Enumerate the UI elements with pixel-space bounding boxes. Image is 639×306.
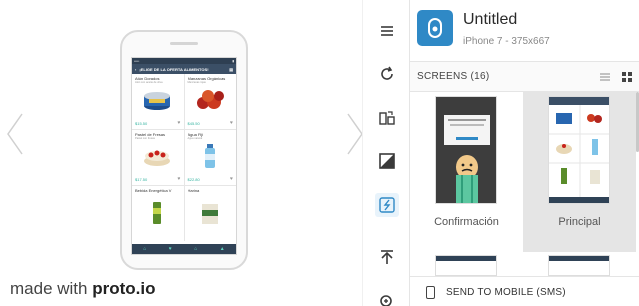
product-price: $17.50: [135, 177, 148, 182]
home-tab-icon[interactable]: ⌂: [143, 246, 146, 252]
product-card[interactable]: Atún Dorados Atún con aceite de oliva $1…: [132, 74, 184, 129]
screens-list: Confirmación Principal: [410, 92, 639, 276]
screen-thumbnail-next[interactable]: [548, 255, 610, 276]
product-card[interactable]: Manzanas Orgánicas Manzanas rojas $45.50…: [184, 74, 236, 129]
project-title: Untitled: [463, 11, 518, 28]
product-price: $45.50: [187, 121, 200, 126]
prototype-viewer: ••••• ▮ ‹ ¡ELIGE DE LA OFERTA ALIMENTOS! …: [0, 0, 639, 306]
mobile-phone-icon: [426, 286, 435, 299]
apples-image: [196, 90, 224, 109]
device-app-header: ‹ ¡ELIGE DE LA OFERTA ALIMENTOS! ▤: [132, 64, 236, 74]
list-view-icon[interactable]: [599, 71, 611, 83]
project-device: iPhone 7 - 375x667: [463, 36, 550, 47]
store-tab-icon[interactable]: ⌂: [194, 246, 197, 252]
product-grid: Atún Dorados Atún con aceite de oliva $1…: [132, 74, 236, 241]
back-icon[interactable]: ‹: [135, 67, 136, 72]
strawberry-cake-image: [144, 150, 170, 166]
screens-header: SCREENS (16): [410, 62, 639, 92]
send-to-mobile-label: SEND TO MOBILE (SMS): [446, 287, 566, 298]
profile-tab-icon[interactable]: ▲: [220, 246, 225, 252]
screen-thumbnail-principal[interactable]: Principal: [523, 92, 636, 252]
product-price: $22.80: [187, 177, 200, 182]
tuna-can-image: [144, 92, 170, 110]
project-header: Untitled iPhone 7 - 375x667: [410, 0, 639, 62]
grid-view-icon[interactable]: [621, 71, 633, 83]
product-subtitle: Pastel con fresas: [135, 137, 155, 140]
product-card[interactable]: Harina: [184, 186, 236, 241]
favorite-icon[interactable]: ♥: [178, 121, 181, 126]
menu-icon[interactable]: [375, 19, 399, 43]
cart-icon[interactable]: ▤: [229, 67, 233, 72]
device-frame: ••••• ▮ ‹ ¡ELIGE DE LA OFERTA ALIMENTOS! …: [120, 30, 248, 270]
rotate-device-icon[interactable]: [375, 106, 399, 130]
product-card[interactable]: Agua Fiji Agua natural $22.80 ♥: [184, 130, 236, 185]
product-name: Bebida Energética V: [135, 188, 172, 193]
refresh-icon[interactable]: [375, 62, 399, 86]
hotspot-icon[interactable]: [375, 193, 399, 217]
proto-app-icon: [428, 18, 442, 38]
product-subtitle: Atún con aceite de oliva: [135, 81, 163, 84]
favorite-icon[interactable]: ♥: [230, 177, 233, 182]
screens-count: SCREENS (16): [417, 71, 490, 82]
screen-preview-bar: [436, 256, 496, 261]
favorites-tab-icon[interactable]: ♥: [169, 246, 172, 252]
screen-preview-image: [548, 96, 610, 204]
water-bottle-image: [204, 144, 215, 168]
device-tab-bar: ⌂ ♥ ⌂ ▲: [132, 244, 236, 254]
proto-io-logo: proto.io: [92, 279, 156, 298]
product-card[interactable]: Pastel de Fresas Pastel con fresas $17.5…: [132, 130, 184, 185]
screen-thumbnail-next[interactable]: [435, 255, 497, 276]
screen-preview-image: [435, 96, 497, 204]
upload-icon[interactable]: [375, 245, 399, 269]
favorite-icon[interactable]: ♥: [178, 177, 181, 182]
zoom-icon[interactable]: [375, 290, 399, 306]
device-screen[interactable]: ••••• ▮ ‹ ¡ELIGE DE LA OFERTA ALIMENTOS! …: [131, 57, 237, 255]
made-with-watermark[interactable]: made with proto.io: [10, 279, 155, 299]
device-header-title: ¡ELIGE DE LA OFERTA ALIMENTOS!: [139, 66, 209, 72]
product-price: $15.50: [135, 121, 148, 126]
principal-screen-illustration: [549, 97, 609, 203]
screen-name: Principal: [558, 216, 601, 228]
project-app-icon: [417, 10, 453, 46]
preview-area: ••••• ▮ ‹ ¡ELIGE DE LA OFERTA ALIMENTOS! …: [0, 0, 363, 306]
device-speaker: [170, 42, 198, 45]
product-subtitle: Manzanas rojas: [187, 81, 206, 84]
product-subtitle: Agua natural: [187, 137, 203, 140]
made-with-text: made with: [10, 279, 88, 298]
send-to-mobile-button[interactable]: SEND TO MOBILE (SMS): [410, 276, 639, 306]
product-card[interactable]: Bebida Energética V: [132, 186, 184, 241]
favorite-icon[interactable]: ♥: [230, 121, 233, 126]
confirmation-screen-illustration: [436, 97, 496, 203]
contrast-icon[interactable]: [375, 149, 399, 173]
screen-name: Confirmación: [434, 216, 499, 228]
product-name: Harina: [187, 188, 200, 193]
previous-screen-icon[interactable]: [4, 112, 26, 156]
viewer-toolbar: [362, 0, 410, 306]
energy-drink-image: [153, 202, 161, 224]
screen-thumbnail-confirmacion[interactable]: Confirmación: [410, 92, 523, 252]
screens-panel: Untitled iPhone 7 - 375x667 SCREENS (16): [410, 0, 639, 306]
screen-preview-bar: [549, 256, 609, 261]
flour-bag-image: [201, 204, 218, 224]
